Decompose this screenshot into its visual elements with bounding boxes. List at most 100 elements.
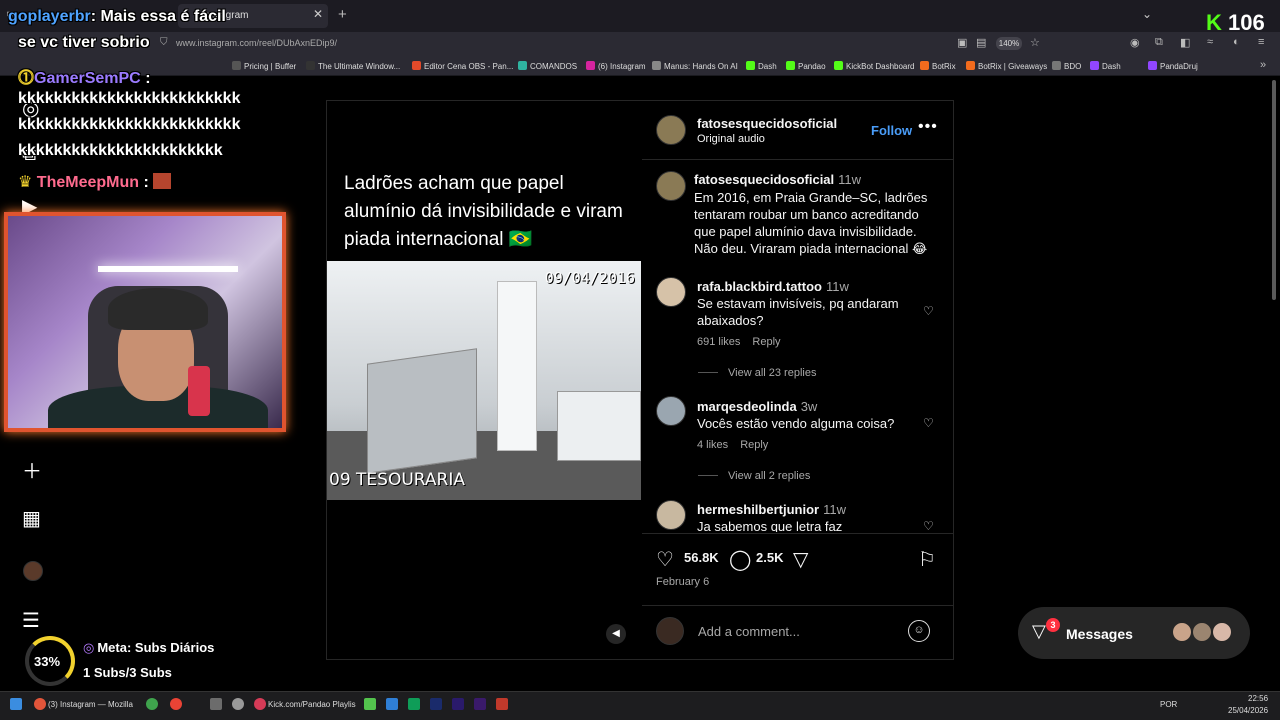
comment-divider bbox=[642, 605, 953, 606]
bookmark-item[interactable]: BotRix bbox=[920, 61, 956, 71]
reply-button[interactable]: Reply bbox=[740, 439, 768, 451]
bookmark-item[interactable]: PandaDruj bbox=[1148, 61, 1198, 71]
photoshop-icon[interactable] bbox=[430, 698, 442, 710]
messages-badge: 3 bbox=[1046, 618, 1060, 632]
share-icon[interactable]: ▽ bbox=[793, 547, 808, 572]
bookmark-item[interactable]: KickBot Dashboard bbox=[834, 61, 914, 71]
view-replies-button[interactable]: View all 2 replies bbox=[698, 470, 810, 482]
scrollbar[interactable] bbox=[1272, 80, 1276, 300]
new-tab-icon[interactable]: + bbox=[338, 6, 347, 23]
streamer-cap bbox=[108, 288, 208, 330]
emoji-icon[interactable]: ☺ bbox=[908, 620, 930, 642]
audio-label[interactable]: Original audio bbox=[697, 133, 765, 145]
windows-start-icon[interactable] bbox=[10, 698, 22, 710]
bookmark-item[interactable]: BDO bbox=[1052, 61, 1081, 71]
emote-icon bbox=[153, 173, 172, 189]
comment-avatar[interactable] bbox=[656, 277, 686, 307]
bookmark-star-icon[interactable]: ☆ bbox=[1030, 36, 1040, 49]
comment-like-icon[interactable]: ♡ bbox=[923, 304, 934, 318]
save-icon[interactable]: ⚐ bbox=[918, 547, 936, 572]
address-field[interactable]: www.instagram.com/reel/DUbAxnEDip9/ bbox=[176, 38, 337, 48]
bookmark-label: PandaDruj bbox=[1160, 62, 1198, 71]
comment-count[interactable]: 2.5K bbox=[756, 550, 783, 565]
system-clock[interactable]: 22:56 25/04/2026 bbox=[1228, 693, 1268, 717]
zoom-level[interactable]: 140% bbox=[996, 37, 1022, 50]
comment-likes[interactable]: 691 likes bbox=[697, 336, 740, 348]
bookmark-favicon-icon bbox=[306, 61, 315, 70]
hamburger-menu-icon[interactable]: ≡ bbox=[1258, 36, 1264, 48]
firefox-icon[interactable] bbox=[34, 698, 46, 710]
app-icon[interactable] bbox=[386, 698, 398, 710]
bookmark-item[interactable]: Pricing | Buffer bbox=[232, 61, 296, 71]
kick-app-icon[interactable] bbox=[254, 698, 266, 710]
bookmark-item[interactable]: Manus: Hands On AI bbox=[652, 61, 738, 71]
comment-avatar[interactable] bbox=[656, 396, 686, 426]
bookmark-item[interactable]: Pandao bbox=[786, 61, 826, 71]
comment-like-icon[interactable]: ♡ bbox=[923, 519, 934, 533]
picture-in-picture-icon[interactable]: ▣ bbox=[957, 36, 967, 49]
dashboard-icon[interactable]: ▦ bbox=[22, 506, 41, 531]
app-icon[interactable] bbox=[146, 698, 158, 710]
extension-icon-2[interactable]: ≈ bbox=[1207, 36, 1213, 48]
bookmark-favicon-icon bbox=[232, 61, 241, 70]
tab-close-icon[interactable]: ✕ bbox=[313, 7, 323, 21]
bookmark-item[interactable]: Dash bbox=[746, 61, 777, 71]
video-label: 09 TESOURARIA bbox=[329, 470, 465, 490]
comment-likes[interactable]: 4 likes bbox=[697, 439, 728, 451]
bookmark-item[interactable]: BotRix | Giveaways bbox=[966, 61, 1047, 71]
app-icon[interactable] bbox=[408, 698, 420, 710]
create-icon[interactable]: ＋ bbox=[22, 455, 42, 484]
tab-list-chevron-icon[interactable]: ⌄ bbox=[1142, 7, 1152, 21]
chat-message-3: ♛ TheMeepMun : bbox=[18, 172, 172, 192]
bookmark-favicon-icon bbox=[920, 61, 929, 70]
comment-author[interactable]: rafa.blackbird.tattoo 11w bbox=[697, 279, 849, 294]
author-name[interactable]: fatosesquecidosoficial bbox=[697, 116, 837, 131]
reply-button[interactable]: Reply bbox=[752, 336, 780, 348]
taskbar-firefox[interactable]: (3) Instagram — Mozilla bbox=[48, 700, 133, 709]
obs-icon[interactable] bbox=[232, 698, 244, 710]
comment-author[interactable]: hermeshilbertjunior 11w bbox=[697, 502, 846, 517]
bookmark-label: COMANDOS bbox=[530, 62, 578, 71]
bookmark-item[interactable]: The Ultimate Window... bbox=[306, 61, 400, 71]
extension-icon[interactable]: ◉ bbox=[1130, 36, 1140, 49]
bookmark-item[interactable]: COMANDOS bbox=[518, 61, 577, 71]
mute-icon[interactable]: ◀ bbox=[606, 624, 626, 644]
author-avatar[interactable] bbox=[656, 115, 686, 145]
taskbar-kick[interactable]: Kick.com/Pandao Playlis bbox=[268, 700, 356, 709]
view-replies-button[interactable]: View all 23 replies bbox=[698, 367, 816, 379]
post-date: February 6 bbox=[656, 576, 710, 588]
bookmarks-overflow-icon[interactable]: » bbox=[1260, 59, 1266, 71]
comment-author[interactable]: marqesdeolinda 3w bbox=[697, 399, 817, 414]
actions-divider bbox=[642, 533, 953, 534]
add-comment-input[interactable]: Add a comment... bbox=[698, 624, 800, 639]
reader-view-icon[interactable]: ▤ bbox=[976, 36, 986, 49]
follow-button[interactable]: Follow bbox=[871, 123, 912, 138]
bookmark-item[interactable]: Dash bbox=[1090, 61, 1121, 71]
comment-icon[interactable]: ◯ bbox=[729, 547, 751, 572]
avatar bbox=[1191, 621, 1213, 643]
more-options-icon[interactable]: ••• bbox=[918, 118, 938, 136]
chrome-icon[interactable] bbox=[170, 698, 182, 710]
puzzle-icon[interactable]: ⧉ bbox=[1155, 36, 1163, 49]
bookmark-item[interactable]: Editor Cena OBS - Pan... bbox=[412, 61, 513, 71]
caption-author[interactable]: fatosesquecidosoficial 11w bbox=[694, 172, 861, 187]
app-icon[interactable] bbox=[210, 698, 222, 710]
profile-avatar[interactable] bbox=[23, 561, 43, 581]
after-effects-icon[interactable] bbox=[452, 698, 464, 710]
comment-avatar[interactable] bbox=[656, 500, 686, 530]
caption-avatar[interactable] bbox=[656, 171, 686, 201]
app-icon[interactable] bbox=[496, 698, 508, 710]
like-icon[interactable]: ♡ bbox=[656, 547, 674, 572]
extension-icon-3[interactable]: ◐ bbox=[1233, 36, 1240, 48]
like-count[interactable]: 56.8K bbox=[684, 550, 719, 565]
shield-icon[interactable]: ⛉ bbox=[160, 37, 168, 48]
language-indicator[interactable]: POR bbox=[1160, 700, 1177, 709]
bookmark-favicon-icon bbox=[1090, 61, 1099, 70]
app-icon[interactable] bbox=[364, 698, 376, 710]
bookmark-item[interactable]: (6) Instagram bbox=[586, 61, 646, 71]
premiere-icon[interactable] bbox=[474, 698, 486, 710]
extension-badge-icon[interactable]: ◧ bbox=[1180, 36, 1190, 49]
comment-like-icon[interactable]: ♡ bbox=[923, 416, 934, 430]
video-timestamp: 09/04/2016 bbox=[544, 269, 635, 287]
comment-meta: 691 likes Reply bbox=[697, 336, 793, 348]
